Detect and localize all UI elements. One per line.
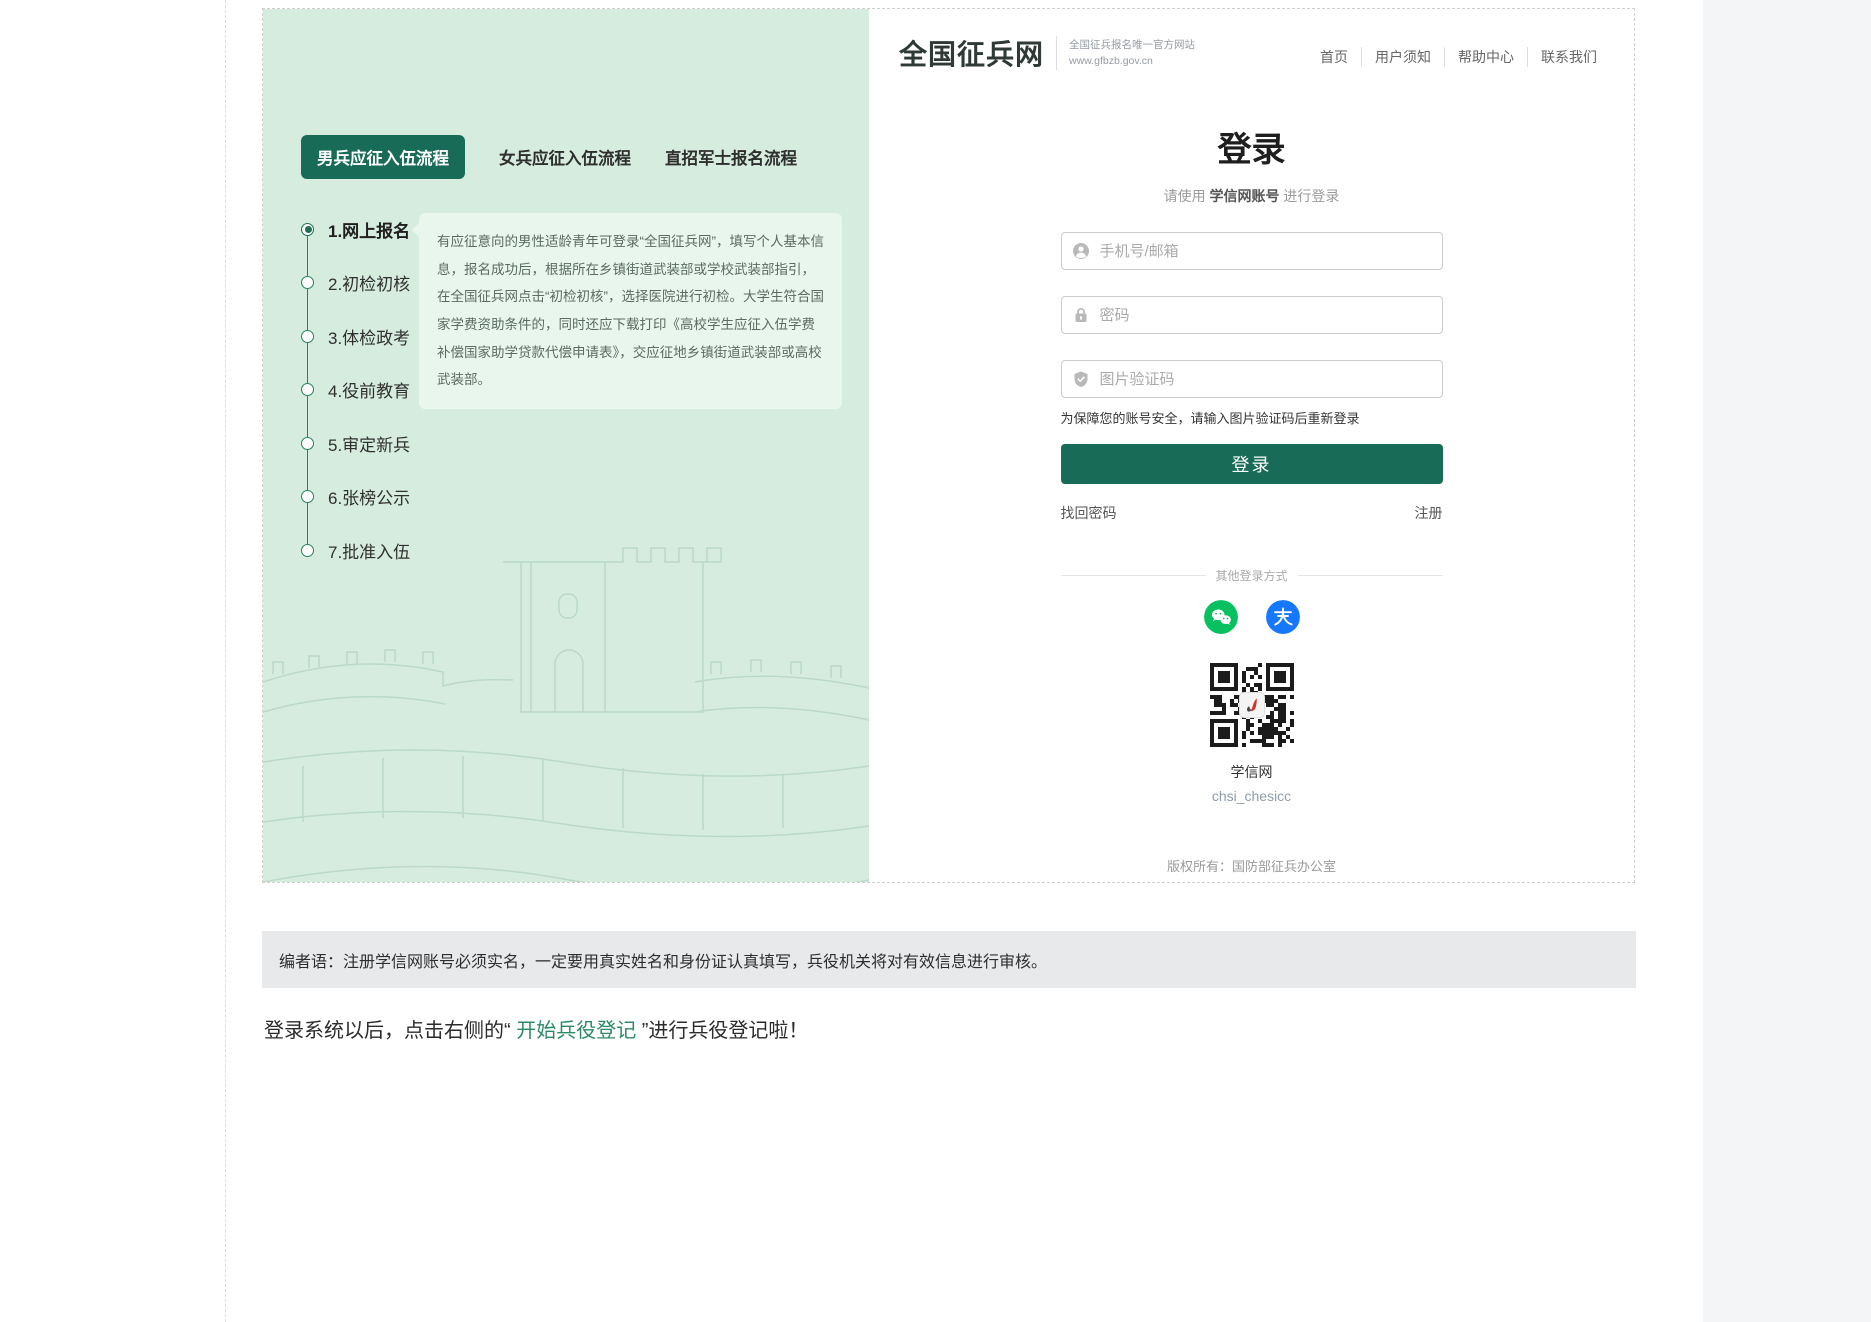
account-input[interactable] (1061, 232, 1443, 270)
step-description-tooltip: 有应征意向的男性适龄青年可登录“全国征兵网”，填写个人基本信息，报名成功后，根据… (419, 213, 842, 409)
nav-help-center[interactable]: 帮助中心 (1444, 47, 1527, 67)
step-online-signup[interactable]: 1.网上报名 (301, 215, 410, 243)
brand-divider (1056, 36, 1057, 70)
enlistment-process-panel: 男兵应征入伍流程 女兵应征入伍流程 直招军士报名流程 1.网上报名 2.初检初核… (263, 9, 869, 882)
step-dot (301, 276, 314, 289)
login-subtitle: 请使用 学信网账号 进行登录 (1061, 186, 1443, 206)
wechat-login-icon[interactable] (1204, 600, 1238, 634)
step-initial-check[interactable]: 2.初检初核 (301, 268, 410, 296)
page-left-guide-line (225, 0, 226, 1322)
step-dot-active (301, 223, 314, 236)
start-service-registration-link[interactable]: 开始兵役登记 (516, 1020, 636, 1042)
tab-nco-recruitment[interactable]: 直招军士报名流程 (665, 145, 797, 169)
qr-wechat-id: chsi_chesicc (1061, 788, 1443, 804)
great-wall-watermark (263, 382, 869, 882)
register-link[interactable]: 注册 (1415, 503, 1443, 523)
social-login-row (1061, 600, 1443, 634)
login-panel: 全国征兵网 全国征兵报名唯一官方网站 www.gfbzb.gov.cn 首页 用… (869, 9, 1634, 882)
bottom-instruction: 登录系统以后，点击右侧的“ 开始兵役登记 ”进行兵役登记啦！ (264, 1014, 808, 1043)
other-login-divider: 其他登录方式 (1061, 567, 1443, 584)
login-form: 登录 请使用 学信网账号 进行登录 (1061, 9, 1443, 875)
step-dot (301, 383, 314, 396)
chsi-qr-code (1205, 658, 1299, 752)
lock-icon (1072, 306, 1090, 324)
step-physical-political[interactable]: 3.体检政考 (301, 322, 410, 350)
nav-contact-us[interactable]: 联系我们 (1527, 47, 1610, 67)
tab-female-enlistment[interactable]: 女兵应征入伍流程 (499, 145, 631, 169)
captcha-note: 为保障您的账号安全，请输入图片验证码后重新登录 (1061, 408, 1443, 427)
login-hero-card: 男兵应征入伍流程 女兵应征入伍流程 直招军士报名流程 1.网上报名 2.初检初核… (262, 8, 1635, 883)
chsi-bird-logo (1239, 692, 1265, 718)
tab-male-enlistment[interactable]: 男兵应征入伍流程 (301, 135, 465, 179)
password-field-wrap (1061, 296, 1443, 334)
account-field-wrap (1061, 232, 1443, 270)
captcha-input[interactable] (1061, 360, 1443, 398)
step-dot (301, 490, 314, 503)
site-logo[interactable]: 全国征兵网 (899, 33, 1044, 73)
step-dot (301, 544, 314, 557)
step-approval-enlistment[interactable]: 7.批准入伍 (301, 536, 410, 564)
editor-note-bar: 编者语：注册学信网账号必须实名，一定要用真实姓名和身份证认真填写，兵役机关将对有… (262, 931, 1636, 988)
captcha-field-wrap (1061, 360, 1443, 398)
password-input[interactable] (1061, 296, 1443, 334)
step-recruit-review[interactable]: 5.审定新兵 (301, 429, 410, 457)
user-icon (1072, 242, 1090, 260)
step-pre-service-education[interactable]: 4.役前教育 (301, 375, 410, 403)
login-title: 登录 (1061, 122, 1443, 171)
login-links-row: 找回密码 注册 (1061, 503, 1443, 523)
step-public-announcement[interactable]: 6.张榜公示 (301, 482, 410, 510)
alipay-login-icon[interactable] (1266, 600, 1300, 634)
step-dot (301, 330, 314, 343)
login-button[interactable]: 登录 (1061, 444, 1443, 484)
copyright-text: 版权所有：国防部征兵办公室 (1061, 856, 1443, 875)
shield-icon (1072, 370, 1090, 388)
qr-site-name: 学信网 (1061, 762, 1443, 782)
page-right-gutter (1703, 0, 1871, 1322)
step-dot (301, 437, 314, 450)
chsi-account-label: 学信网账号 (1210, 188, 1280, 204)
process-tabs: 男兵应征入伍流程 女兵应征入伍流程 直招军士报名流程 (301, 135, 797, 179)
forgot-password-link[interactable]: 找回密码 (1061, 503, 1117, 523)
